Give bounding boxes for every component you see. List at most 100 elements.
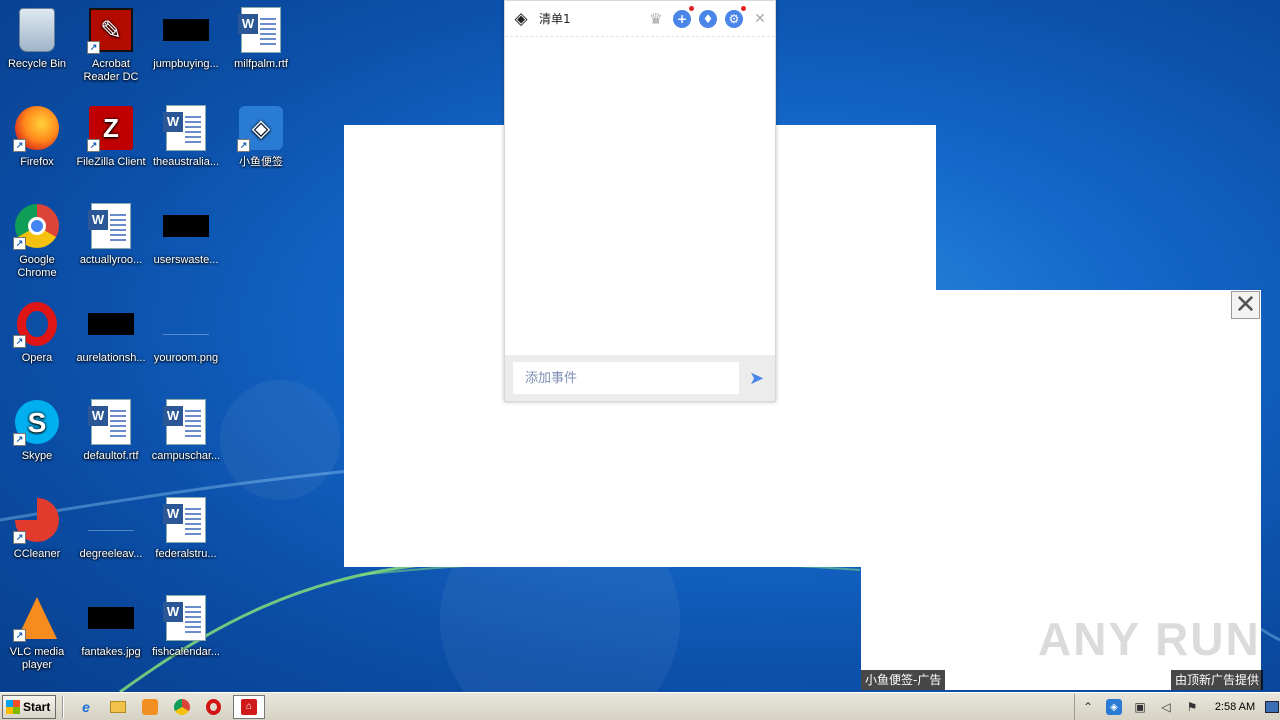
desktop-icon-file[interactable]: degreeleav... [74,496,148,561]
desktop-icon-label: Google Chrome [17,254,57,279]
clock[interactable]: 2:58 AM [1211,701,1259,713]
desktop-icon-filezilla[interactable]: Z ↗ FileZilla Client [74,104,148,169]
desktop-icon-label: milfpalm.rtf [234,58,288,70]
desktop-icon-file[interactable]: W federalstru... [149,496,223,561]
notification-dot [741,5,746,11]
firefox-icon: ↗ [13,104,61,152]
desktop-icon-acrobat[interactable]: ✎ ↗ Acrobat Reader DC [74,6,148,84]
desktop-icon-label: VLC media player [9,646,65,671]
note-title: 清单1 [539,12,571,26]
volume-icon[interactable]: ◁ [1158,699,1174,715]
note-list[interactable] [505,38,775,354]
desktop-icon-file[interactable]: W actuallyroo... [74,202,148,267]
note-header[interactable]: ◈ 清单1 ♛ + ♦ ⚙ ✕ [505,1,775,37]
acrobat-icon: ✎ ↗ [87,6,135,54]
chrome-icon[interactable] [174,698,190,715]
chrome-icon: ↗ [13,202,61,250]
show-desktop-button[interactable] [1265,701,1279,713]
close-icon[interactable]: ✕ [751,10,769,28]
desktop-icon-label: Recycle Bin [7,58,67,70]
desktop-icon-label: degreeleav... [79,548,143,560]
ad-tag-left: 小鱼便签-广告 [861,670,946,690]
desktop-icon-file[interactable]: W milfpalm.rtf [224,6,298,71]
ad-close-button[interactable]: ✕ [1231,291,1260,319]
word-document-icon: W [87,398,135,446]
desktop-icon-file[interactable]: W fishcalendar... [149,594,223,659]
skype-icon: S ↗ [13,398,61,446]
desktop-icon-file[interactable]: fantakes.jpg [74,594,148,659]
taskbar: Start e ⌂ ⌃ ◈ ▣ ◁ ⚑ 2:58 AM [0,692,1280,720]
desktop-icon-label: CCleaner [13,548,61,560]
filezilla-icon: Z ↗ [87,104,135,152]
desktop-icon-label: aurelationsh... [76,352,146,364]
desktop-icon-label: fishcalendar... [152,646,220,658]
desktop-icon-label: Acrobat Reader DC [83,58,139,83]
explorer-icon[interactable] [110,700,126,713]
file-thumbnail-icon [162,300,210,348]
desktop-icon-file[interactable]: youroom.png [149,300,223,365]
desktop-icon-label: jumpbuying... [153,58,219,70]
desktop-icon-file[interactable]: W theaustralia... [149,104,223,169]
media-player-icon[interactable] [142,698,158,715]
add-event-input[interactable] [513,362,739,394]
file-thumbnail-icon [87,300,135,348]
file-thumbnail-icon [87,594,135,642]
ccleaner-icon: ↗ [13,496,61,544]
xiaoyu-tray-icon[interactable]: ◈ [1106,699,1122,715]
desktop-icon-file[interactable]: W defaultof.rtf [74,398,148,463]
desktop-icon-chrome[interactable]: ↗ Google Chrome [0,202,74,280]
desktop-icon-label: youroom.png [153,352,219,364]
desktop-icon-label: actuallyroo... [79,254,143,266]
desktop-icon-skype[interactable]: S ↗ Skype [0,398,74,463]
windows-logo-icon [6,699,20,714]
logo-icon: ◈ [514,8,528,29]
tray-expand-icon[interactable]: ⌃ [1080,699,1096,715]
desktop-icon-vlc[interactable]: ↗ VLC media player [0,594,74,672]
desktop-icon-file[interactable]: jumpbuying... [149,6,223,71]
desktop-icon-label: userswaste... [153,254,219,266]
desktop-icon-opera[interactable]: ↗ Opera [0,300,74,365]
network-icon[interactable]: ▣ [1132,699,1148,715]
taskbar-active-app[interactable]: ⌂ [233,694,265,719]
skin-icon[interactable]: ♦ [699,9,717,28]
start-button[interactable]: Start [2,694,56,719]
xiaoyu-notes-icon: ◈ ↗ [237,104,285,152]
desktop-icon-xiaoyu[interactable]: ◈ ↗ 小鱼便签 [224,104,298,169]
note-widget: ◈ 清单1 ♛ + ♦ ⚙ ✕ ➤ [504,0,776,402]
desktop-icon-label: Firefox [20,156,54,168]
add-icon[interactable]: + [673,5,694,28]
ad-tag-right: 由顶新广告提供 [1171,670,1264,690]
opera-icon: ↗ [13,300,61,348]
ie-icon[interactable]: e [75,696,97,718]
word-document-icon: W [162,594,210,642]
pdf-icon: ⌂ [241,698,257,715]
send-icon[interactable]: ➤ [749,368,764,389]
desktop-icon-file[interactable]: W campuschar... [149,398,223,463]
start-label: Start [23,699,51,714]
word-document-icon: W [162,104,210,152]
notification-dot [689,5,694,11]
settings-icon[interactable]: ⚙ [725,5,746,28]
word-document-icon: W [162,496,210,544]
action-center-flag-icon[interactable]: ⚑ [1184,699,1200,715]
watermark-logo: ANY RUN [1038,613,1261,665]
recycle-bin-icon [13,6,61,54]
word-document-icon: W [162,398,210,446]
crown-icon[interactable]: ♛ [647,10,665,28]
opera-icon[interactable] [206,698,221,715]
note-input-bar: ➤ [505,355,775,401]
desktop-icon-label: campuschar... [151,450,221,462]
desktop-icon-label: FileZilla Client [76,156,146,168]
desktop-icon-file[interactable]: userswaste... [149,202,223,267]
desktop-icon-recycle-bin[interactable]: Recycle Bin [0,6,74,71]
file-thumbnail-icon [162,6,210,54]
file-thumbnail-icon [162,202,210,250]
desktop-icon-ccleaner[interactable]: ↗ CCleaner [0,496,74,561]
vlc-icon: ↗ [13,594,61,642]
system-tray: ⌃ ◈ ▣ ◁ ⚑ 2:58 AM [1074,694,1280,720]
taskbar-separator [62,695,64,718]
desktop-icon-file[interactable]: aurelationsh... [74,300,148,365]
desktop-icon-label: fantakes.jpg [81,646,141,658]
word-document-icon: W [87,202,135,250]
desktop-icon-firefox[interactable]: ↗ Firefox [0,104,74,169]
